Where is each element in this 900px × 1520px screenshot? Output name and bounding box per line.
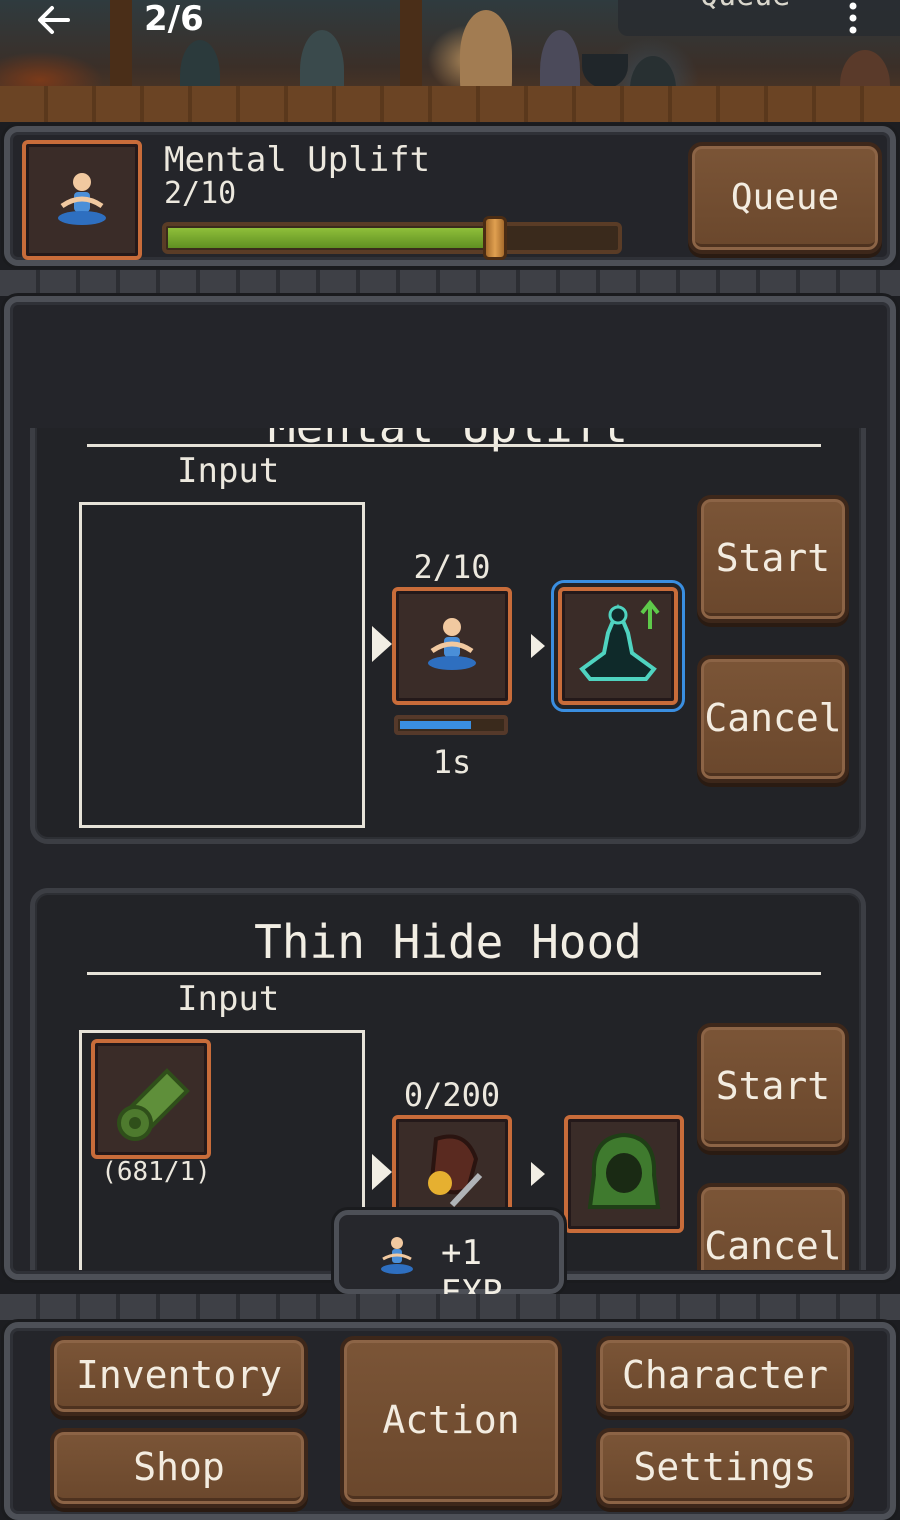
start-button[interactable]: Start <box>697 1023 849 1151</box>
character-button[interactable]: Character <box>596 1336 854 1416</box>
output-slot[interactable] <box>564 1115 684 1233</box>
progress-fill <box>168 228 496 248</box>
current-action-count: 2/10 <box>164 176 237 211</box>
arrow-right-icon <box>372 1154 392 1190</box>
craft-progress-count: 2/10 <box>413 548 491 586</box>
floor-planks <box>0 86 900 122</box>
meditation-icon <box>428 618 476 670</box>
action-label: Action <box>382 1398 520 1442</box>
arrow-right-icon <box>372 626 392 662</box>
green-hood-icon <box>587 1132 661 1209</box>
recipe-title: Thin Hide Hood <box>254 915 642 969</box>
settings-label: Settings <box>633 1445 817 1489</box>
input-slots-area <box>79 502 365 828</box>
progress-fill <box>400 721 472 729</box>
more-vertical-icon <box>849 2 857 34</box>
input-item-count: (681/1) <box>101 1157 211 1187</box>
craft-progress-bar <box>394 715 508 735</box>
page-indicator: 2/6 <box>144 0 204 39</box>
output-slot[interactable] <box>551 580 685 712</box>
inventory-button[interactable]: Inventory <box>50 1336 308 1416</box>
character-label: Character <box>622 1353 828 1397</box>
action-button[interactable]: Action <box>340 1336 562 1506</box>
start-button-label: Start <box>715 1064 831 1108</box>
meditation-icon <box>58 173 106 225</box>
arrow-right-icon <box>531 1162 545 1186</box>
recipe-scroll-area[interactable]: Mental Uplift Input 2/10 1s <box>26 428 874 1270</box>
cancel-button[interactable]: Cancel <box>697 1183 849 1270</box>
recipe-card-mental-uplift: Mental Uplift Input 2/10 1s <box>30 428 866 844</box>
cauldron <box>582 54 628 88</box>
recipe-title: Mental Uplift <box>35 428 861 453</box>
current-action-name: Mental Uplift <box>164 140 431 180</box>
input-item-slot[interactable] <box>91 1039 211 1159</box>
queue-tab-label: Queue <box>700 0 790 13</box>
back-button[interactable] <box>34 0 84 40</box>
title-divider <box>87 444 821 447</box>
brick-divider <box>0 270 900 296</box>
craft-progress-count: 0/200 <box>403 1076 501 1114</box>
current-action-panel: Mental Uplift 2/10 Queue <box>4 126 896 266</box>
inventory-label: Inventory <box>76 1353 282 1397</box>
arrow-left-icon <box>38 6 70 34</box>
title-divider <box>87 972 821 975</box>
shop-button[interactable]: Shop <box>50 1428 308 1508</box>
input-slots-area: (681/1) <box>79 1030 365 1270</box>
start-button[interactable]: Start <box>697 495 849 623</box>
exp-toast: +1 EXP <box>334 1210 564 1313</box>
progress-knob <box>483 216 508 260</box>
settings-button[interactable]: Settings <box>596 1428 854 1508</box>
brick-divider <box>0 1294 900 1320</box>
queue-button[interactable]: Queue <box>688 142 882 254</box>
input-label: Input <box>177 451 280 491</box>
shop-label: Shop <box>133 1445 225 1489</box>
recipe-list-panel: Mental Uplift Input 2/10 1s <box>4 296 896 1280</box>
more-menu-button[interactable] <box>848 2 858 38</box>
meditation-icon <box>381 1237 413 1274</box>
bottom-navigation: Inventory Shop Action Character Settings <box>4 1322 896 1520</box>
tavern-scene-banner: 2/6 Queue <box>0 0 900 122</box>
meditation-uplift-icon <box>579 599 660 681</box>
current-action-icon-slot <box>22 140 142 260</box>
queue-button-label: Queue <box>730 177 840 218</box>
cancel-button[interactable]: Cancel <box>697 655 849 783</box>
hide-roll-icon <box>117 1068 190 1141</box>
craft-icon-slot <box>392 587 512 705</box>
cancel-button-label: Cancel <box>704 696 842 740</box>
cancel-button-label: Cancel <box>704 1224 842 1268</box>
time-remaining: 1s <box>432 743 472 781</box>
arrow-right-icon <box>531 634 545 658</box>
start-button-label: Start <box>715 536 831 580</box>
current-action-progress-bar <box>162 216 622 260</box>
input-label: Input <box>177 979 280 1019</box>
